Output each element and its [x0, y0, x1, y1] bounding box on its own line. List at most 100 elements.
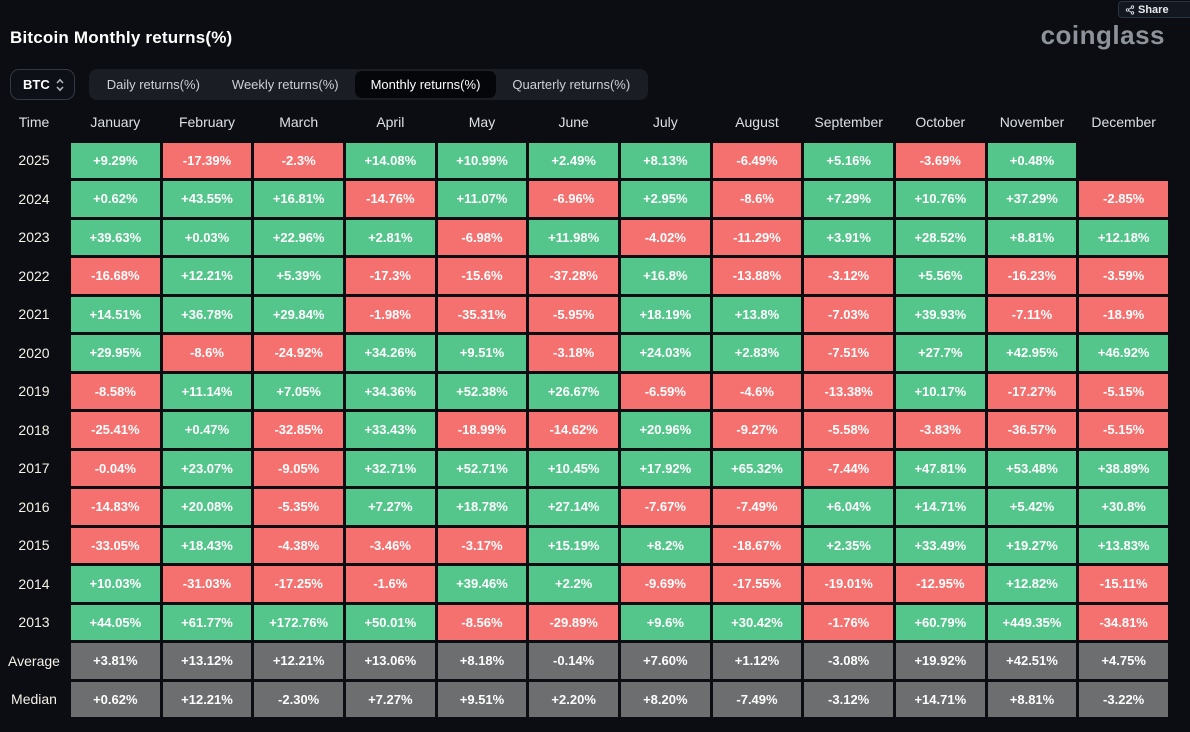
cell-2021-september: -7.03% — [804, 296, 893, 332]
cell-2013-september: -1.76% — [804, 604, 893, 640]
cell-median-august: -7.49% — [712, 681, 802, 717]
cell-2020-april: +34.26% — [345, 335, 435, 371]
row-label-average: Average — [8, 652, 60, 669]
cell-median-july: +8.20% — [620, 681, 710, 717]
tab-monthly-returns[interactable]: Monthly returns(%) — [354, 71, 497, 98]
cell-2020-july: +24.03% — [620, 335, 710, 371]
cell-median-september: -3.12% — [804, 681, 893, 717]
cell-2020-january: +29.95% — [71, 335, 160, 371]
col-header-july: July — [652, 113, 678, 130]
cell-2018-november: -36.57% — [987, 412, 1077, 448]
cell-2022-july: +16.8% — [620, 258, 710, 294]
page-title: Bitcoin Monthly returns(%) — [10, 28, 233, 47]
share-button[interactable]: Share — [1118, 1, 1190, 18]
cell-2019-july: -6.59% — [620, 373, 710, 409]
cell-2023-august: -11.29% — [712, 219, 802, 255]
col-header-march: March — [279, 113, 319, 130]
cell-2019-october: +10.17% — [895, 373, 985, 409]
cell-2018-april: +33.43% — [345, 412, 435, 448]
cell-2016-january: -14.83% — [71, 489, 160, 525]
cell-2025-november: +0.48% — [987, 142, 1077, 178]
cell-2023-september: +3.91% — [804, 219, 893, 255]
cell-2013-may: -8.56% — [437, 604, 527, 640]
cell-2015-august: -18.67% — [712, 527, 802, 563]
cell-2022-december: -3.59% — [1079, 258, 1168, 294]
cell-2020-september: -7.51% — [804, 335, 893, 371]
cell-2016-april: +7.27% — [345, 489, 435, 525]
row-label-2015: 2015 — [18, 537, 50, 554]
cell-median-june: +2.20% — [529, 681, 618, 717]
cell-2024-august: -8.6% — [712, 181, 802, 217]
cell-2013-november: +449.35% — [987, 604, 1077, 640]
cell-2015-december: +13.83% — [1079, 527, 1168, 563]
cell-2015-november: +19.27% — [987, 527, 1077, 563]
cell-2018-december: -5.15% — [1079, 412, 1168, 448]
cell-2019-june: +26.67% — [529, 373, 618, 409]
cell-2025-march: -2.3% — [254, 142, 343, 178]
cell-2024-november: +37.29% — [987, 181, 1077, 217]
cell-2022-march: +5.39% — [254, 258, 343, 294]
coin-selector-value: BTC — [23, 77, 50, 92]
row-label-2019: 2019 — [18, 383, 50, 400]
cell-2024-july: +2.95% — [620, 181, 710, 217]
cell-2020-august: +2.83% — [712, 335, 802, 371]
col-header-october: October — [915, 113, 966, 130]
row-label-2025: 2025 — [18, 152, 50, 169]
cell-average-may: +8.18% — [437, 643, 527, 679]
cell-2022-august: -13.88% — [712, 258, 802, 294]
cell-2025-february: -17.39% — [162, 142, 252, 178]
cell-2019-march: +7.05% — [254, 373, 343, 409]
cell-2022-september: -3.12% — [804, 258, 893, 294]
cell-2020-december: +46.92% — [1079, 335, 1168, 371]
coinglass-logo[interactable]: coinglass — [1041, 20, 1165, 51]
cell-2014-january: +10.03% — [71, 566, 160, 602]
cell-2024-february: +43.55% — [162, 181, 252, 217]
cell-2014-september: -19.01% — [804, 566, 893, 602]
cell-2014-march: -17.25% — [254, 566, 343, 602]
cell-2017-august: +65.32% — [712, 450, 802, 486]
cell-2017-january: -0.04% — [71, 450, 160, 486]
cell-2022-october: +5.56% — [895, 258, 985, 294]
tab-daily-returns[interactable]: Daily returns(%) — [91, 71, 216, 98]
cell-2015-january: -33.05% — [71, 527, 160, 563]
cell-2018-august: -9.27% — [712, 412, 802, 448]
row-label-2014: 2014 — [18, 575, 50, 592]
cell-2018-june: -14.62% — [529, 412, 618, 448]
cell-2015-may: -3.17% — [437, 527, 527, 563]
cell-2013-december: -34.81% — [1079, 604, 1168, 640]
cell-2022-june: -37.28% — [529, 258, 618, 294]
cell-2017-march: -9.05% — [254, 450, 343, 486]
cell-2020-may: +9.51% — [437, 335, 527, 371]
cell-2017-october: +47.81% — [895, 450, 985, 486]
coin-selector[interactable]: BTC — [10, 69, 75, 100]
col-header-november: November — [999, 113, 1065, 130]
tab-weekly-returns[interactable]: Weekly returns(%) — [216, 71, 355, 98]
cell-median-february: +12.21% — [162, 681, 252, 717]
cell-2014-february: -31.03% — [162, 566, 252, 602]
cell-2025-january: +9.29% — [71, 142, 160, 178]
col-header-may: May — [468, 113, 496, 130]
cell-2024-september: +7.29% — [804, 181, 893, 217]
cell-2018-february: +0.47% — [162, 412, 252, 448]
tab-quarterly-returns[interactable]: Quarterly returns(%) — [496, 71, 646, 98]
cell-2013-july: +9.6% — [620, 604, 710, 640]
cell-2021-march: +29.84% — [254, 296, 343, 332]
cell-2016-may: +18.78% — [437, 489, 527, 525]
cell-2019-august: -4.6% — [712, 373, 802, 409]
cell-2021-august: +13.8% — [712, 296, 802, 332]
cell-2022-november: -16.23% — [987, 258, 1077, 294]
row-label-2022: 2022 — [18, 267, 50, 284]
cell-2013-january: +44.05% — [71, 604, 160, 640]
cell-2016-february: +20.08% — [162, 489, 252, 525]
cell-2024-april: -14.76% — [345, 181, 435, 217]
cell-2018-july: +20.96% — [620, 412, 710, 448]
cell-2023-june: +11.98% — [529, 219, 618, 255]
cell-2016-september: +6.04% — [804, 489, 893, 525]
cell-median-may: +9.51% — [437, 681, 527, 717]
cell-average-december: +4.75% — [1079, 643, 1168, 679]
cell-2023-february: +0.03% — [162, 219, 252, 255]
share-label: Share — [1138, 3, 1169, 16]
cell-median-december: -3.22% — [1079, 681, 1168, 717]
cell-2021-april: -1.98% — [345, 296, 435, 332]
cell-2019-april: +34.36% — [345, 373, 435, 409]
